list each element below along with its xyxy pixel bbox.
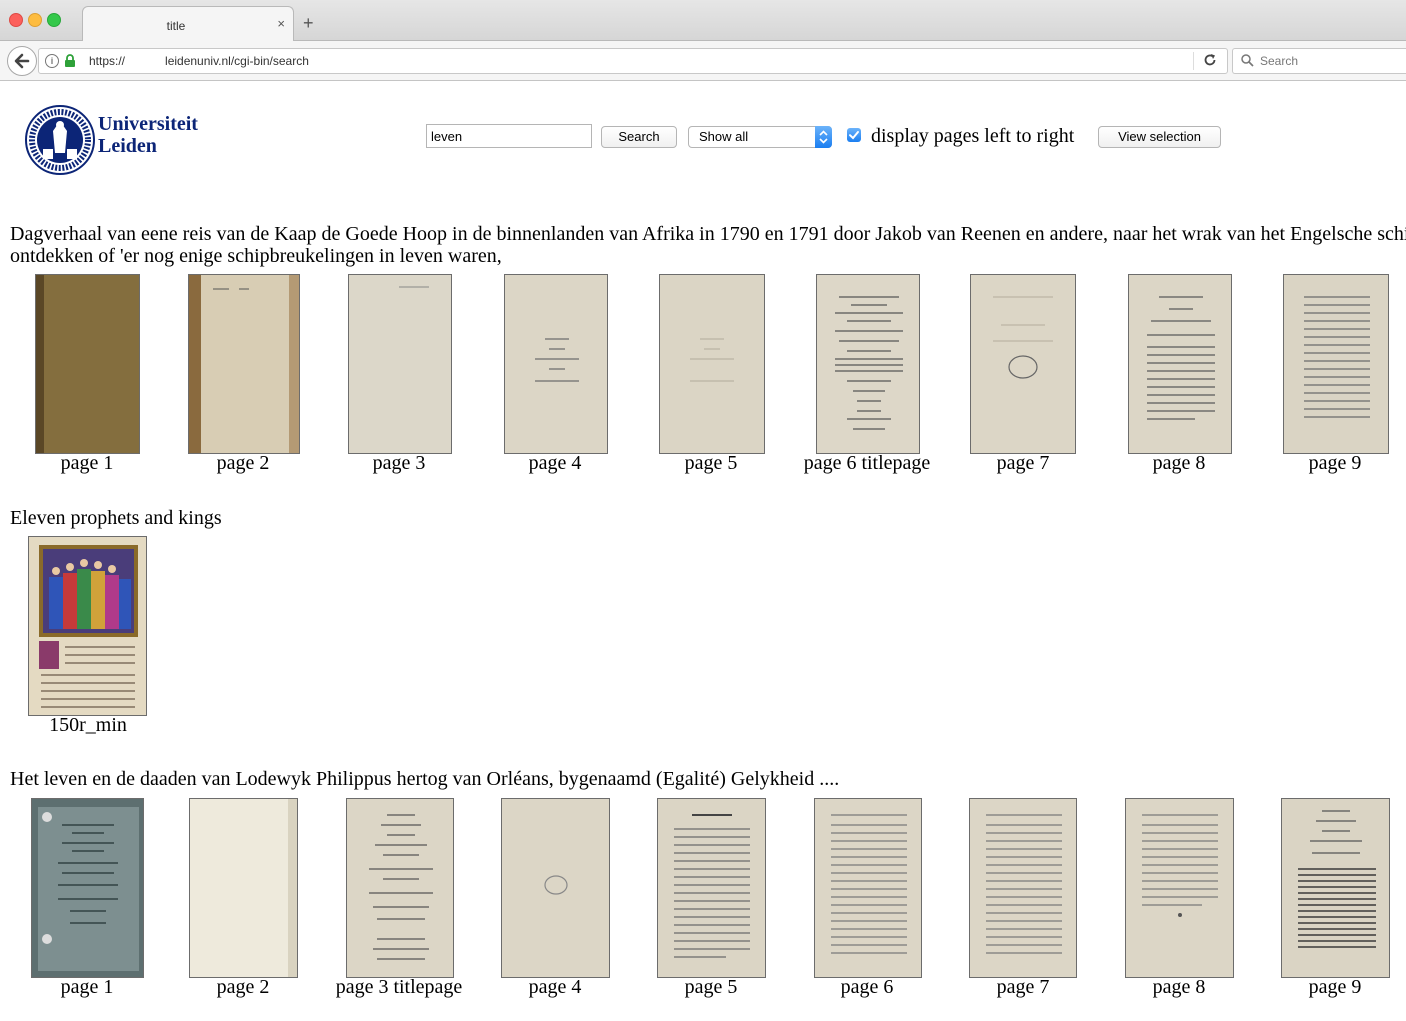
lock-icon bbox=[65, 54, 75, 67]
title-page-verso-stamp-image bbox=[971, 275, 1075, 453]
back-button[interactable] bbox=[7, 46, 37, 76]
half-title-page-image bbox=[505, 275, 607, 453]
page-caption[interactable]: 150r_min bbox=[49, 714, 127, 737]
illuminated-manuscript-image bbox=[29, 537, 146, 715]
minimize-window-button[interactable] bbox=[28, 13, 42, 27]
page-thumbnail[interactable] bbox=[1283, 274, 1389, 454]
record-title-line: ontdekken of 'er nog enige schipbreukeli… bbox=[10, 245, 502, 267]
browser-chrome: title × + i https:// leidenuniv.nl/cgi-b… bbox=[0, 0, 1406, 81]
new-tab-button[interactable]: + bbox=[303, 14, 314, 32]
title-page-image bbox=[347, 799, 453, 977]
page-thumbnail[interactable] bbox=[969, 798, 1077, 978]
maximize-window-button[interactable] bbox=[47, 13, 61, 27]
info-icon[interactable]: i bbox=[45, 54, 59, 68]
page-thumbnail[interactable] bbox=[1128, 274, 1232, 454]
arrow-left-icon bbox=[14, 53, 30, 69]
page-thumbnail[interactable] bbox=[501, 798, 610, 978]
divider bbox=[1193, 52, 1194, 70]
page-thumbnail[interactable] bbox=[35, 274, 140, 454]
page-thumbnail[interactable] bbox=[970, 274, 1076, 454]
endpaper-image bbox=[189, 275, 299, 453]
blank-endpaper-image bbox=[190, 799, 297, 977]
checkbox-label: display pages left to right bbox=[871, 125, 1075, 147]
page-caption[interactable]: page 2 bbox=[217, 976, 270, 999]
preface-page-image bbox=[658, 799, 765, 977]
search-button[interactable]: Search bbox=[601, 126, 677, 148]
record-title-line: Het leven en de daaden van Lodewyk Phili… bbox=[10, 768, 840, 790]
page-caption[interactable]: page 4 bbox=[529, 976, 582, 999]
half-title-verso-image bbox=[660, 275, 764, 453]
book-cover-image bbox=[36, 275, 139, 453]
tab-title: title bbox=[166, 19, 186, 33]
page-thumbnail[interactable] bbox=[816, 274, 920, 454]
record-title[interactable]: Dagverhaal van eene reis van de Kaap de … bbox=[10, 223, 1406, 267]
record-title[interactable]: Eleven prophets and kings bbox=[10, 507, 222, 529]
close-tab-icon[interactable]: × bbox=[277, 16, 285, 31]
search-bar[interactable]: Search bbox=[1232, 48, 1406, 74]
page-caption[interactable]: page 4 bbox=[529, 452, 582, 475]
tab-strip: title × + bbox=[0, 0, 1406, 41]
page-thumbnail[interactable] bbox=[348, 274, 452, 454]
close-window-button[interactable] bbox=[9, 13, 23, 27]
page-thumbnail[interactable] bbox=[346, 798, 454, 978]
navigation-bar: i https:// leidenuniv.nl/cgi-bin/search … bbox=[0, 41, 1406, 80]
reload-icon[interactable] bbox=[1202, 52, 1218, 68]
page-caption[interactable]: page 1 bbox=[61, 976, 114, 999]
text-page-image bbox=[815, 799, 921, 977]
page-thumbnail[interactable] bbox=[1281, 798, 1390, 978]
page-thumbnail[interactable] bbox=[659, 274, 765, 454]
page-thumbnail[interactable] bbox=[188, 274, 300, 454]
page-caption[interactable]: page 7 bbox=[997, 976, 1050, 999]
stamp-page-image bbox=[502, 799, 609, 977]
page-caption[interactable]: page 2 bbox=[217, 452, 270, 475]
search-icon bbox=[1241, 54, 1254, 67]
record-title-line: Dagverhaal van eene reis van de Kaap de … bbox=[10, 223, 1406, 245]
record-title[interactable]: Het leven en de daaden van Lodewyk Phili… bbox=[10, 768, 839, 790]
text-page-image bbox=[1126, 799, 1233, 977]
blue-cover-image bbox=[32, 799, 143, 977]
page-caption[interactable]: page 6 titlepage bbox=[804, 452, 931, 475]
text-page-image bbox=[970, 799, 1076, 977]
logo-line-1: Universiteit bbox=[98, 113, 198, 135]
page-thumbnail[interactable] bbox=[814, 798, 922, 978]
title-page-image bbox=[817, 275, 919, 453]
page-thumbnail[interactable] bbox=[504, 274, 608, 454]
page-caption[interactable]: page 9 bbox=[1309, 452, 1362, 475]
text-page-image bbox=[1284, 275, 1388, 453]
browser-tab[interactable]: title × bbox=[82, 6, 294, 41]
page-caption[interactable]: page 5 bbox=[685, 452, 738, 475]
page-caption[interactable]: page 5 bbox=[685, 976, 738, 999]
page-thumbnail[interactable] bbox=[31, 798, 144, 978]
search-placeholder: Search bbox=[1260, 54, 1299, 68]
page-thumbnail[interactable] bbox=[28, 536, 147, 716]
record-title-line: Eleven prophets and kings bbox=[10, 507, 222, 529]
logo-line-2: Leiden bbox=[98, 135, 157, 157]
url-text: https:// leidenuniv.nl/cgi-bin/search bbox=[89, 54, 309, 68]
blank-page-image bbox=[349, 275, 451, 453]
page-caption[interactable]: page 3 titlepage bbox=[336, 976, 463, 999]
page-caption[interactable]: page 7 bbox=[997, 452, 1050, 475]
page-thumbnail[interactable] bbox=[189, 798, 298, 978]
page-thumbnail[interactable] bbox=[657, 798, 766, 978]
chevron-updown-icon bbox=[815, 126, 832, 148]
preface-page-image bbox=[1129, 275, 1231, 453]
page-caption[interactable]: page 8 bbox=[1153, 976, 1206, 999]
page-caption[interactable]: page 3 bbox=[373, 452, 426, 475]
address-bar[interactable]: i https:// leidenuniv.nl/cgi-bin/search bbox=[38, 48, 1228, 74]
display-left-to-right-checkbox[interactable] bbox=[847, 128, 861, 142]
page-caption[interactable]: page 1 bbox=[61, 452, 114, 475]
dense-text-page-image bbox=[1282, 799, 1389, 977]
filter-select[interactable]: Show all bbox=[688, 126, 832, 148]
page-caption[interactable]: page 8 bbox=[1153, 452, 1206, 475]
filter-selected-value: Show all bbox=[699, 129, 749, 144]
view-selection-button[interactable]: View selection bbox=[1098, 126, 1221, 148]
page-caption[interactable]: page 9 bbox=[1309, 976, 1362, 999]
page-thumbnail[interactable] bbox=[1125, 798, 1234, 978]
checkmark-icon bbox=[849, 131, 859, 140]
page-caption[interactable]: page 6 bbox=[841, 976, 894, 999]
university-seal-logo bbox=[25, 105, 95, 175]
search-input[interactable] bbox=[426, 124, 592, 148]
university-name: Universiteit Leiden bbox=[98, 113, 198, 157]
